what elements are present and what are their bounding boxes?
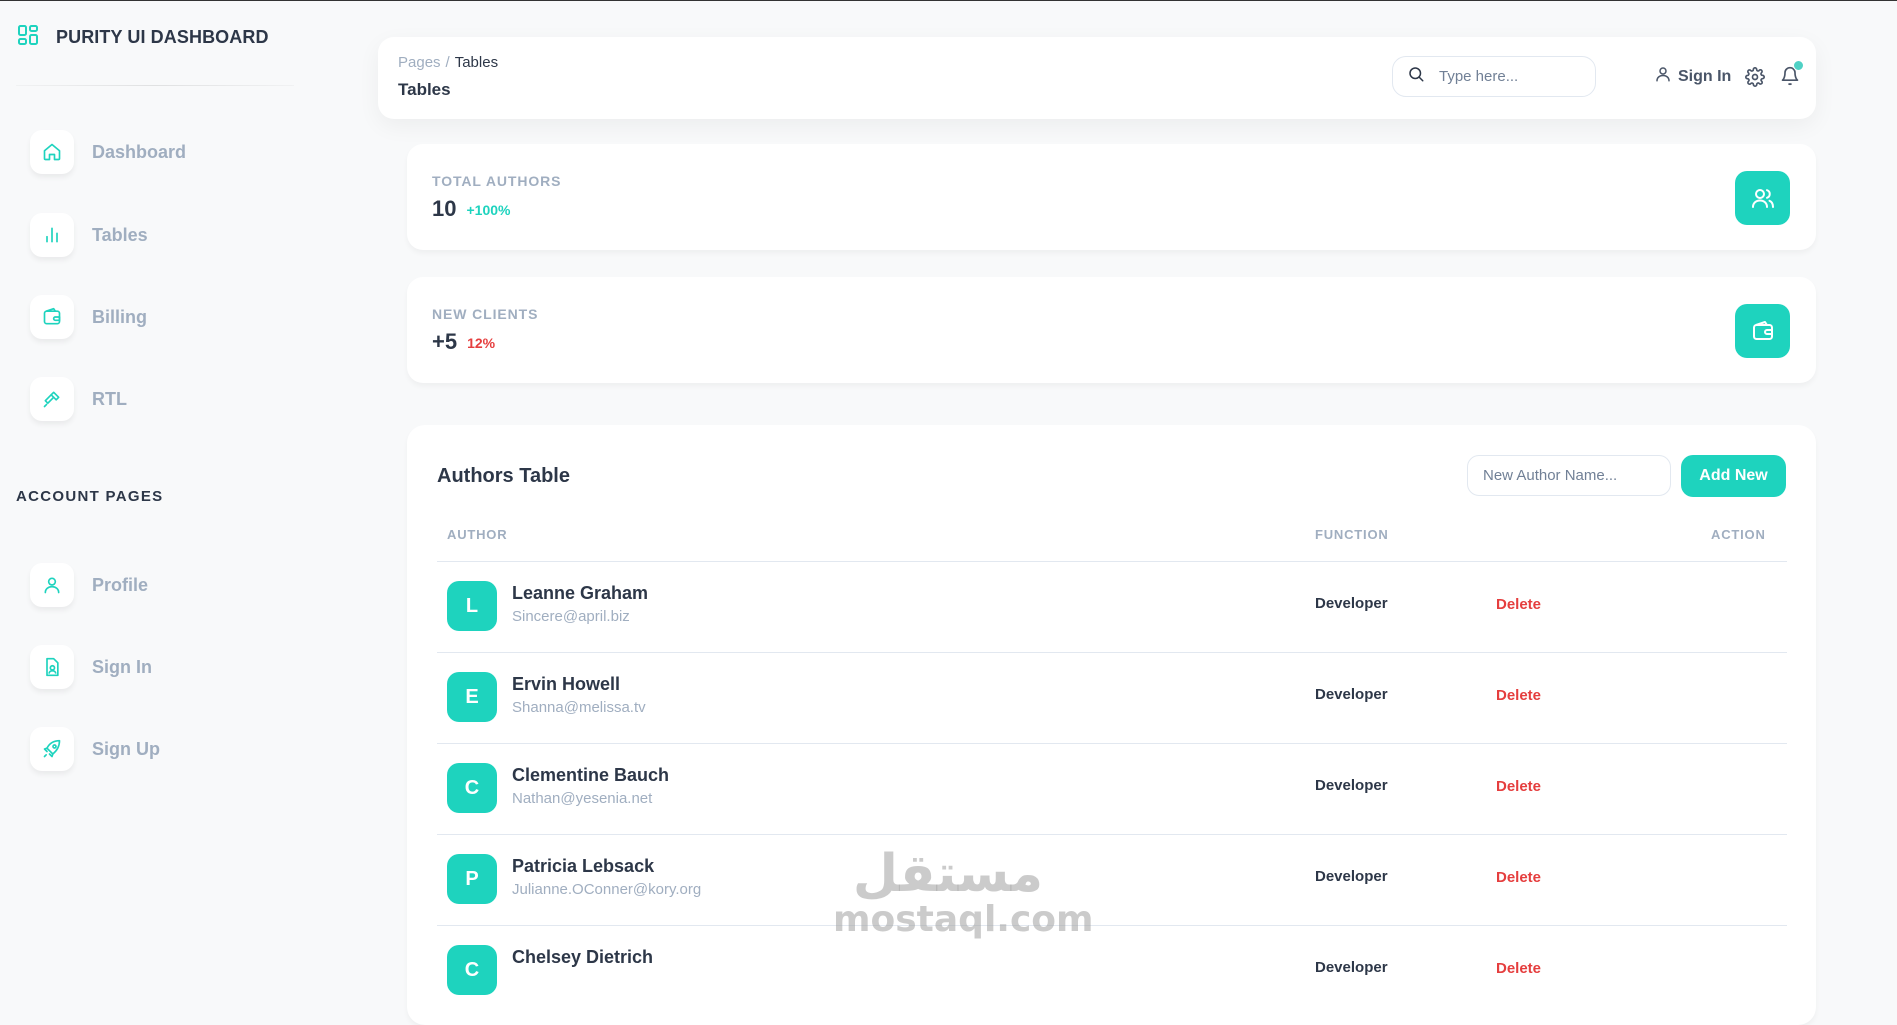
- table-row: L Leanne Graham Sincere@april.biz Develo…: [407, 561, 1816, 652]
- author-function: Developer: [1315, 595, 1388, 612]
- sidebar-item-label: Sign Up: [92, 738, 160, 759]
- new-author-input[interactable]: [1467, 455, 1671, 496]
- top-navbar: Pages/Tables Tables Sign In: [378, 37, 1816, 119]
- sidebar-item-billing[interactable]: Billing: [30, 295, 147, 339]
- author-function: Developer: [1315, 868, 1388, 885]
- stat-value: +5: [432, 329, 458, 354]
- sidebar-item-label: Dashboard: [92, 141, 187, 162]
- author-name: Clementine Bauch: [512, 765, 670, 785]
- wallet-icon: [30, 295, 74, 339]
- column-header-function: FUNCTION: [1315, 527, 1389, 542]
- bar-chart-icon: [30, 213, 74, 257]
- brand-divider: [16, 85, 294, 86]
- users-icon[interactable]: [1735, 171, 1790, 225]
- author-name: Patricia Lebsack: [512, 856, 655, 876]
- sidebar-item-label: Billing: [92, 306, 147, 327]
- sidebar-item-rtl[interactable]: RTL: [30, 377, 127, 421]
- stat-value-row: 10 +100%: [432, 196, 510, 222]
- sidebar-item-label: RTL: [92, 388, 127, 409]
- stat-card-total-authors: TOTAL AUTHORS 10 +100%: [407, 144, 1816, 250]
- avatar: C: [447, 945, 497, 995]
- avatar: E: [447, 672, 497, 722]
- avatar: L: [447, 581, 497, 631]
- table-row: P Patricia Lebsack Julianne.OConner@kory…: [407, 834, 1816, 925]
- wallet-icon[interactable]: [1735, 304, 1790, 358]
- author-function: Developer: [1315, 959, 1388, 976]
- page-title: Tables: [398, 80, 451, 99]
- sidebar-item-dashboard[interactable]: Dashboard: [30, 130, 186, 174]
- delete-button[interactable]: Delete: [1496, 596, 1541, 613]
- stat-label: NEW CLIENTS: [432, 306, 539, 322]
- breadcrumb-current: Tables: [454, 54, 499, 71]
- document-icon: [30, 645, 74, 689]
- author-email: Shanna@melissa.tv: [512, 699, 646, 716]
- column-header-author: AUTHOR: [447, 527, 508, 542]
- author-name: Ervin Howell: [512, 674, 621, 694]
- delete-button[interactable]: Delete: [1496, 960, 1541, 977]
- delete-button[interactable]: Delete: [1496, 778, 1541, 795]
- delete-button[interactable]: Delete: [1496, 869, 1541, 886]
- sidebar-item-sign-up[interactable]: Sign Up: [30, 727, 160, 771]
- user-icon: [30, 563, 74, 607]
- breadcrumb-separator: /: [445, 54, 450, 71]
- authors-table-card: Authors Table Add New AUTHOR FUNCTION AC…: [407, 425, 1816, 1025]
- author-function: Developer: [1315, 777, 1388, 794]
- author-name: Chelsey Dietrich: [512, 947, 654, 967]
- gear-icon[interactable]: [1745, 67, 1765, 92]
- stat-value: 10: [432, 196, 457, 221]
- delete-button[interactable]: Delete: [1496, 687, 1541, 704]
- table-row: C Clementine Bauch Nathan@yesenia.net De…: [407, 743, 1816, 834]
- table-row: E Ervin Howell Shanna@melissa.tv Develop…: [407, 652, 1816, 743]
- sidebar-item-label: Sign In: [92, 656, 152, 677]
- stat-value-row: +5 12%: [432, 329, 495, 355]
- avatar: C: [447, 763, 497, 813]
- author-function: Developer: [1315, 686, 1388, 703]
- search-input[interactable]: [1437, 67, 1591, 86]
- breadcrumb-root[interactable]: Pages: [398, 54, 441, 71]
- breadcrumb: Pages / Tables: [398, 54, 498, 71]
- brand-title: PURITY UI DASHBOARD: [56, 27, 269, 47]
- build-icon: [30, 377, 74, 421]
- sidebar-item-label: Profile: [92, 574, 149, 595]
- user-icon: [1654, 65, 1672, 88]
- search-icon: [1407, 65, 1425, 88]
- stat-card-new-clients: NEW CLIENTS +5 12%: [407, 277, 1816, 383]
- stat-change: +100%: [466, 202, 511, 219]
- author-email: Julianne.OConner@kory.org: [512, 881, 702, 898]
- account-pages-title: ACCOUNT PAGES: [16, 488, 164, 505]
- table-row: C Chelsey Dietrich Developer Delete: [407, 925, 1816, 1016]
- rocket-icon: [30, 727, 74, 771]
- author-email: Sincere@april.biz: [512, 608, 630, 625]
- author-name: Leanne Graham: [512, 583, 649, 603]
- stat-change: 12%: [467, 335, 496, 352]
- author-email: Nathan@yesenia.net: [512, 790, 653, 807]
- sidebar-item-label: Tables: [92, 224, 148, 245]
- table-title: Authors Table: [437, 465, 570, 487]
- brand[interactable]: PURITY UI DASHBOARD: [16, 23, 269, 52]
- dashboard-grid-icon: [16, 23, 40, 52]
- search-box[interactable]: [1392, 56, 1596, 97]
- avatar: P: [447, 854, 497, 904]
- sign-in-link[interactable]: Sign In: [1654, 65, 1731, 88]
- stat-label: TOTAL AUTHORS: [432, 173, 562, 189]
- sidebar-item-sign-in[interactable]: Sign In: [30, 645, 152, 689]
- add-new-button[interactable]: Add New: [1681, 455, 1786, 497]
- notification-badge: [1793, 60, 1804, 71]
- sign-in-label: Sign In: [1678, 67, 1732, 85]
- column-header-action: ACTION: [1711, 527, 1766, 542]
- home-icon: [30, 130, 74, 174]
- sidebar-item-profile[interactable]: Profile: [30, 563, 148, 607]
- sidebar-item-tables[interactable]: Tables: [30, 213, 148, 257]
